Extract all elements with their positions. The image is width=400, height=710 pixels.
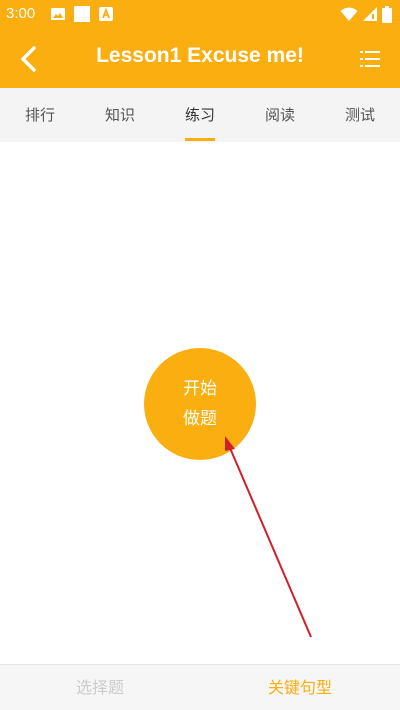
tab-bar: 排行 知识 练习 阅读 测试: [0, 88, 400, 142]
tab-label: 阅读: [264, 106, 295, 124]
screen: 3:00 Lesson1 Excuse me! 排行 知识 练习 阅读 测试 开…: [0, 0, 400, 710]
bottom-tab-label: 选择题: [75, 678, 124, 697]
tab-knowledge[interactable]: 知识: [80, 88, 160, 142]
tab-test[interactable]: 测试: [320, 88, 400, 142]
active-tab-indicator: [185, 138, 215, 141]
battery-icon: [382, 6, 392, 23]
bottom-tab-multiple-choice[interactable]: 选择题: [0, 665, 200, 710]
tab-reading[interactable]: 阅读: [240, 88, 320, 142]
bottom-nav: 选择题 关键句型: [0, 664, 400, 710]
wifi-icon: [340, 7, 358, 21]
tab-label: 练习: [184, 106, 215, 124]
practice-content: 开始 做题: [0, 142, 400, 664]
start-button-line1: 开始: [183, 379, 217, 399]
chevron-left-icon: [21, 46, 36, 72]
tab-label: 排行: [24, 106, 55, 124]
bottom-tab-label: 关键句型: [267, 678, 332, 697]
white-square-icon: [74, 6, 90, 22]
image-icon: [51, 8, 65, 20]
tab-ranking[interactable]: 排行: [0, 88, 80, 142]
status-time: 3:00: [6, 5, 36, 22]
tab-label: 测试: [344, 106, 375, 124]
page-title: Lesson1 Excuse me!: [96, 44, 304, 67]
back-button[interactable]: [14, 43, 46, 75]
start-quiz-button[interactable]: 开始 做题: [144, 348, 256, 460]
bottom-tab-key-sentences[interactable]: 关键句型: [200, 665, 400, 710]
tab-label: 知识: [104, 106, 135, 124]
menu-button[interactable]: [358, 47, 382, 71]
list-icon: [360, 51, 380, 67]
signal-icon: [363, 7, 377, 21]
a-icon: [99, 7, 113, 21]
tab-practice[interactable]: 练习: [160, 88, 240, 142]
start-button-line2: 做题: [183, 409, 217, 429]
app-bar: Lesson1 Excuse me!: [0, 30, 400, 88]
status-bar: 3:00: [0, 0, 400, 30]
